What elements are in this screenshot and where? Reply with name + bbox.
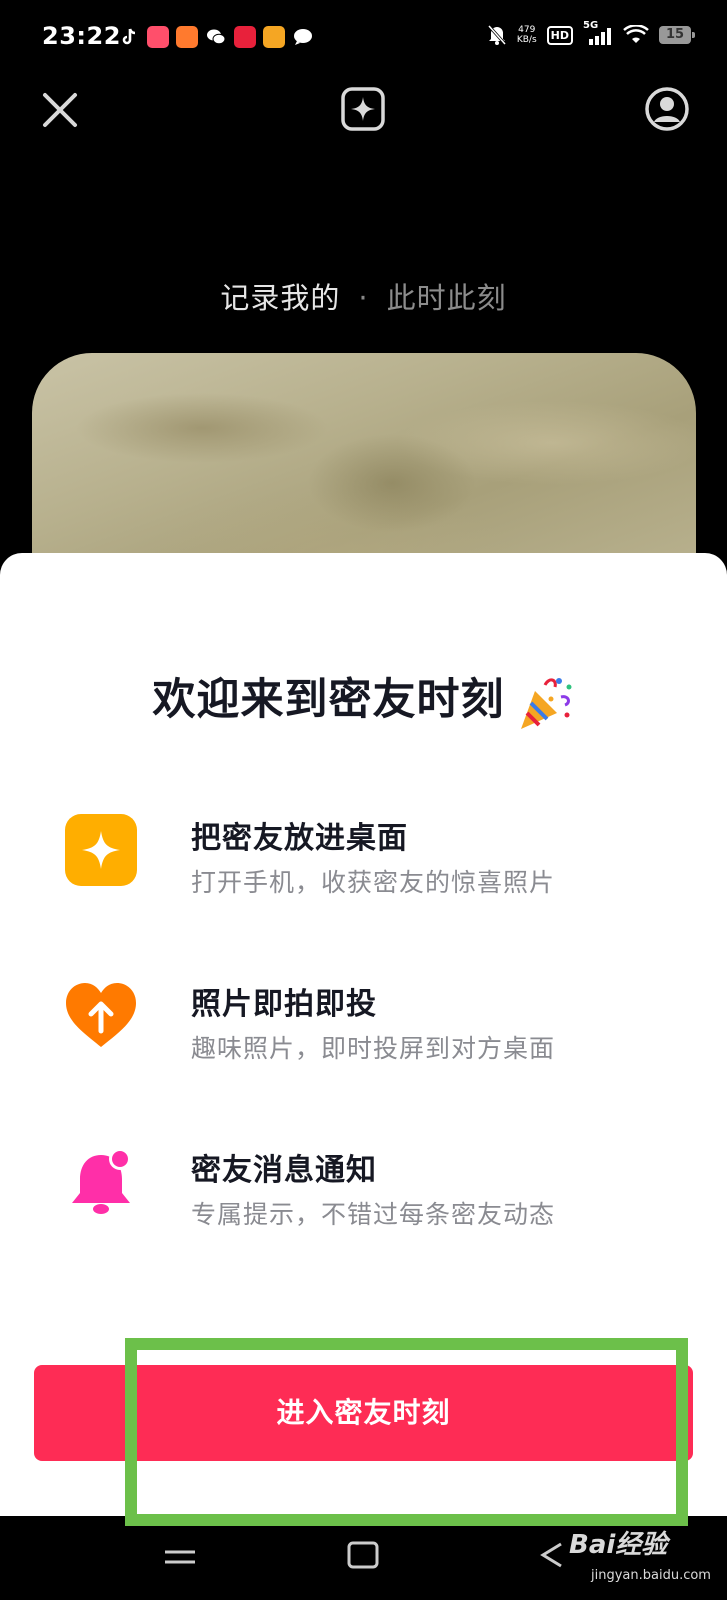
baidu-jingyan-watermark: Bai经验 jingyan.baidu.com	[569, 1518, 711, 1594]
system-status: 479 KB/s HD 5G 15	[487, 20, 695, 46]
tiktok-icon	[122, 28, 136, 45]
weibo-icon	[263, 26, 285, 48]
feature-description: 专属提示，不错过每条密友动态	[191, 1200, 556, 1229]
profile-button[interactable]	[644, 86, 690, 132]
bell-icon	[72, 1148, 131, 1214]
feature-description: 趣味照片，即时投屏到对方桌面	[191, 1034, 556, 1063]
sparkle-button[interactable]	[340, 86, 386, 132]
tagline-separator: ·	[358, 281, 369, 315]
feature-title: 把密友放进桌面	[191, 821, 408, 856]
signal-indicator: 5G	[583, 20, 613, 46]
app-icon-orange-1	[147, 26, 169, 48]
app-icon-red-heart	[234, 26, 256, 48]
tagline-first: 记录我的	[220, 281, 341, 315]
message-icon	[294, 29, 312, 45]
feature-title: 密友消息通知	[191, 1153, 377, 1188]
network-speed: 479 KB/s	[516, 25, 537, 45]
feature-item-photo: 照片即拍即投 趣味照片，即时投屏到对方桌面	[64, 975, 684, 1075]
wifi-icon	[623, 25, 649, 43]
watermark-main: Bai经验	[569, 1530, 668, 1560]
highlight-frame	[125, 1338, 688, 1526]
home-nav-icon[interactable]	[346, 1540, 380, 1570]
feature-description: 打开手机，收获密友的惊喜照片	[191, 868, 556, 897]
tagline: 记录我的 · 此时此刻	[0, 275, 727, 317]
status-time: 23:22	[42, 22, 121, 50]
close-icon	[43, 93, 77, 127]
back-nav-icon[interactable]	[535, 1540, 569, 1570]
wechat-icon	[207, 29, 226, 45]
sparkle-icon	[65, 814, 137, 886]
battery-indicator: 15	[659, 26, 695, 44]
sparkle-frame-icon	[341, 87, 385, 131]
welcome-title: 欢迎来到密友时刻	[0, 665, 727, 733]
notification-icons	[118, 26, 314, 48]
mute-bell-icon	[487, 25, 506, 45]
feature-title: 照片即拍即投	[191, 987, 377, 1022]
feature-item-desktop: 把密友放进桌面 打开手机，收获密友的惊喜照片	[64, 809, 684, 909]
party-popper-icon	[520, 677, 571, 729]
menu-nav-icon[interactable]	[163, 1546, 197, 1568]
close-button[interactable]	[40, 90, 80, 130]
app-icon-orange-2	[176, 26, 198, 48]
status-bar: 23:22 479 KB/s HD 5G 15	[0, 0, 727, 78]
user-avatar-icon	[645, 87, 689, 131]
watermark-sub: jingyan.baidu.com	[591, 1568, 711, 1583]
feature-item-notification: 密友消息通知 专属提示，不错过每条密友动态	[64, 1141, 684, 1241]
heart-upload-icon	[66, 983, 136, 1047]
signal-bars-icon	[589, 28, 611, 45]
tagline-second: 此时此刻	[386, 281, 507, 315]
hd-badge: HD	[546, 25, 573, 45]
